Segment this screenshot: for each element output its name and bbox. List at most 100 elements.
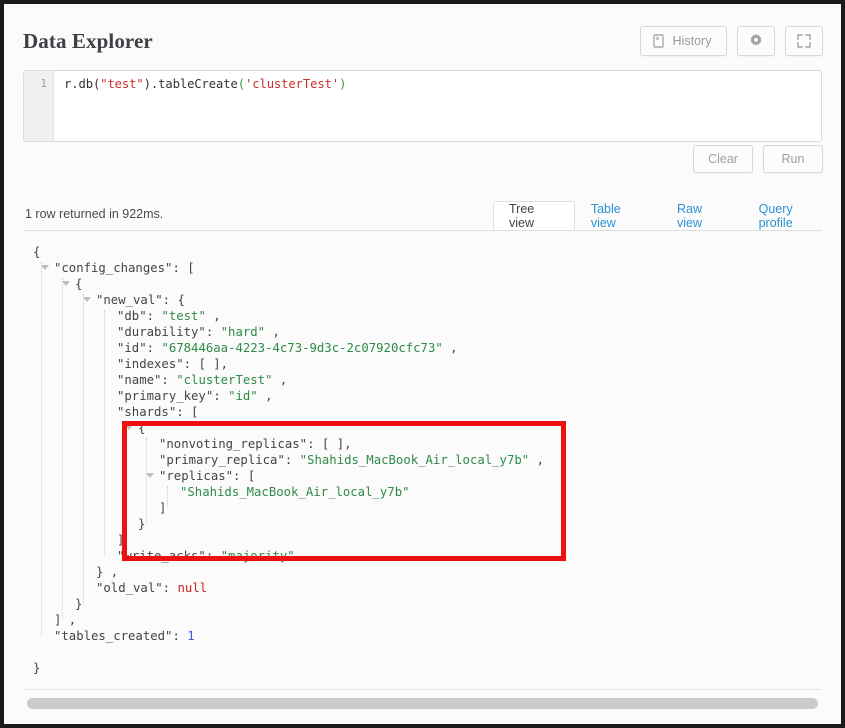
tree-token: "primary_key" — [117, 389, 214, 403]
tree-row: "primary_replica": "Shahids_MacBook_Air_… — [23, 452, 544, 468]
tree-token: : [ ], — [307, 437, 352, 451]
tree-row: "id": "678446aa-4223-4c73-9d3c-2c07920cf… — [23, 340, 544, 356]
tree-row: "write_acks": "majority" — [23, 548, 544, 564]
header-button-group: History — [640, 26, 823, 56]
tab-query-profile[interactable]: Query profile — [743, 201, 841, 230]
tree-row: "old_val": null — [23, 580, 544, 596]
code-token: ) — [339, 77, 347, 91]
tab-tree-view[interactable]: Tree view — [493, 201, 575, 230]
gear-icon — [748, 33, 764, 49]
tree-token: : — [161, 373, 177, 387]
code-token: r.db( — [64, 77, 101, 91]
tree-row: ] — [23, 532, 544, 548]
collapse-triangle-icon[interactable] — [62, 281, 70, 286]
tree-token: : { — [162, 293, 185, 307]
history-button-label: History — [672, 34, 712, 48]
result-meta-text: 1 row returned in 922ms. — [25, 207, 164, 221]
tree-token: } , — [96, 565, 119, 579]
settings-button[interactable] — [737, 26, 775, 56]
tree-token: "Shahids_MacBook_Air_local_y7b" — [180, 485, 410, 499]
scrollbar-thumb[interactable] — [27, 698, 818, 709]
tab-table-view[interactable]: Table view — [575, 201, 661, 230]
code-token: ).tableCreate — [143, 77, 238, 91]
tree-row: "replicas": [ — [23, 468, 544, 484]
run-button[interactable]: Run — [763, 145, 823, 173]
line-number: 1 — [40, 77, 47, 90]
result-view-tabs: Tree view Table view Raw view Query profile — [493, 201, 841, 230]
tree-token: : — [205, 325, 221, 339]
tree-row: "indexes": [ ], — [23, 356, 544, 372]
tree-token: ] — [117, 533, 125, 547]
tree-row: } — [23, 660, 544, 676]
tree-token: : [ — [233, 469, 256, 483]
code-token: ( — [237, 77, 245, 91]
tree-token: "majority" — [220, 549, 295, 563]
tree-token: null — [177, 581, 208, 595]
tree-token: "replicas" — [159, 469, 234, 483]
tree-token: : — [162, 581, 178, 595]
tree-row — [23, 644, 544, 660]
tree-token: , — [205, 309, 221, 323]
tree-token: "hard" — [220, 325, 266, 339]
tree-row: "shards": [ — [23, 404, 544, 420]
tree-row: "durability": "hard" , — [23, 324, 544, 340]
tree-token: { — [75, 277, 83, 291]
tree-view-results[interactable]: {"config_changes": [{"new_val": {"db": "… — [23, 238, 822, 694]
tree-token: , — [257, 389, 273, 403]
tree-row: ] , — [23, 612, 544, 628]
tree-row: "Shahids_MacBook_Air_local_y7b" — [23, 484, 544, 500]
tree-row: "name": "clusterTest" , — [23, 372, 544, 388]
tree-token: : — [205, 549, 221, 563]
code-token: 'clusterTest' — [244, 77, 340, 91]
tree-token: ] , — [54, 613, 77, 627]
tree-token: "tables_created" — [54, 629, 173, 643]
collapse-triangle-icon[interactable] — [83, 297, 91, 302]
tree-token: "id" — [117, 341, 147, 355]
code-token: "test" — [100, 77, 144, 91]
page-title: Data Explorer — [23, 29, 153, 53]
tree-token: "nonvoting_replicas" — [159, 437, 308, 451]
collapse-triangle-icon[interactable] — [146, 473, 154, 478]
header: Data Explorer History — [4, 4, 841, 68]
expand-icon — [796, 33, 812, 49]
query-code-line[interactable]: r.db("test").tableCreate('clusterTest') — [64, 77, 346, 91]
tree-token: } — [138, 517, 146, 531]
tree-token: "new_val" — [96, 293, 163, 307]
tree-token: "clusterTest" — [176, 373, 273, 387]
editor-gutter: 1 — [24, 71, 54, 141]
tree-token: "name" — [117, 373, 162, 387]
tree-token: "config_changes" — [54, 261, 173, 275]
tree-row: } , — [23, 564, 544, 580]
tree-token: "old_val" — [96, 581, 163, 595]
tree-token: : — [146, 341, 162, 355]
history-button[interactable]: History — [640, 26, 727, 56]
tree-row: "new_val": { — [23, 292, 544, 308]
clear-button[interactable]: Clear — [693, 145, 753, 173]
tree-token: : [ — [176, 405, 199, 419]
tree-token: "durability" — [117, 325, 206, 339]
tree-row: { — [23, 276, 544, 292]
screenshot-frame: Data Explorer History 1 r.db("test").tab… — [0, 0, 845, 728]
tree-token: 1 — [187, 629, 195, 643]
tree-token: , — [442, 341, 458, 355]
tree-token: "test" — [161, 309, 206, 323]
tree-row: "db": "test" , — [23, 308, 544, 324]
tree-token: { — [138, 421, 146, 435]
collapse-triangle-icon[interactable] — [41, 265, 49, 270]
scrollbar-track[interactable] — [23, 694, 822, 709]
tree-token: : — [172, 629, 188, 643]
tree-token: , — [272, 373, 288, 387]
tree-token: "id" — [228, 389, 258, 403]
tree-token: : [ — [172, 261, 195, 275]
tree-row: } — [23, 596, 544, 612]
history-icon — [652, 34, 666, 48]
collapse-triangle-icon[interactable] — [125, 425, 133, 430]
tab-raw-view[interactable]: Raw view — [661, 201, 743, 230]
tree-row: ] — [23, 500, 544, 516]
tree-row: "nonvoting_replicas": [ ], — [23, 436, 544, 452]
tree-token: } — [75, 597, 83, 611]
expand-button[interactable] — [785, 26, 823, 56]
tree-token: "678446aa-4223-4c73-9d3c-2c07920cfc73" — [161, 341, 443, 355]
tree-token: : — [213, 389, 229, 403]
query-editor[interactable]: 1 r.db("test").tableCreate('clusterTest'… — [23, 70, 822, 142]
